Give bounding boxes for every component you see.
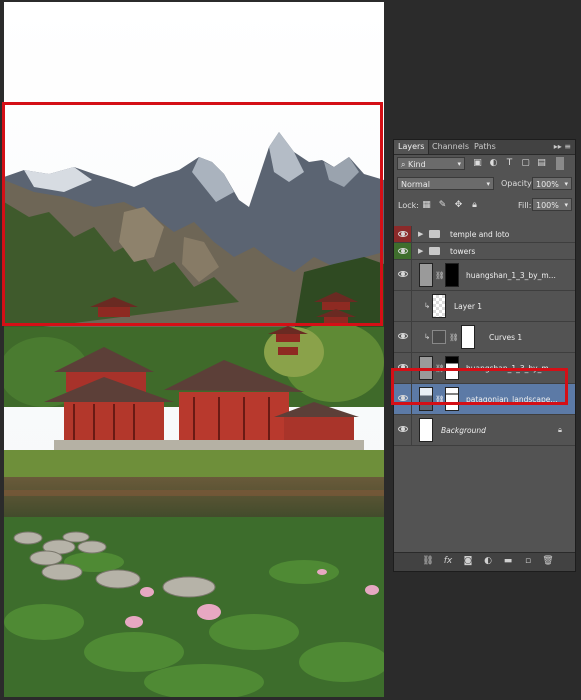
panel-tabs: Layers Channels Paths ▸▸ ≡ <box>394 140 575 155</box>
opacity-field[interactable]: 100% ▾ <box>532 177 572 190</box>
pixel-filter-icon[interactable]: ▣ <box>472 158 483 169</box>
tab-layers[interactable]: Layers <box>394 140 430 154</box>
eye-icon <box>398 248 408 254</box>
layers-panel: Layers Channels Paths ▸▸ ≡ ⌕ Kind ▾ ▣ ◐ T… <box>393 139 576 572</box>
fill-label: Fill: <box>518 201 532 210</box>
link-icon[interactable]: ⛓ <box>435 271 445 280</box>
expand-arrow-icon[interactable]: ▶ <box>418 247 423 255</box>
shape-filter-icon[interactable]: ▢ <box>520 158 531 169</box>
layer-name: towers <box>450 247 476 256</box>
layer-name: Curves 1 <box>489 333 523 342</box>
layer-thumbnail <box>419 356 433 380</box>
tab-paths[interactable]: Paths <box>470 140 500 154</box>
search-icon: ⌕ <box>401 160 409 169</box>
composite-image <box>4 2 384 697</box>
layer-mask-thumbnail[interactable] <box>445 263 459 287</box>
layer-row[interactable]: ↳ Layer 1 <box>394 291 575 322</box>
kind-filter-label: Kind <box>408 160 426 169</box>
layer-name: Background <box>441 426 486 435</box>
layer-row-group[interactable]: ▶ temple and loto <box>394 226 575 243</box>
eye-icon <box>398 333 408 339</box>
lock-pixels-icon[interactable]: ✎ <box>437 200 448 211</box>
fx-icon[interactable]: fx <box>442 556 454 566</box>
blend-mode-value: Normal <box>401 180 430 189</box>
filter-toggle[interactable] <box>556 157 564 170</box>
eye-icon <box>398 395 408 401</box>
clipping-arrow-icon: ↳ <box>424 301 431 310</box>
add-mask-icon[interactable]: ◙ <box>462 556 474 566</box>
adjustment-filter-icon[interactable]: ◐ <box>488 158 499 169</box>
lock-position-icon[interactable]: ✥ <box>453 200 464 211</box>
layer-name: huangshan_1_3_by_m... <box>466 271 556 280</box>
lock-transparency-icon[interactable]: ▦ <box>421 200 432 211</box>
lock-label: Lock: <box>398 201 419 210</box>
visibility-toggle[interactable] <box>394 291 412 321</box>
layer-row[interactable]: Background 🔒︎ <box>394 415 575 446</box>
chevron-down-icon: ▾ <box>564 201 568 209</box>
visibility-toggle[interactable] <box>394 243 412 259</box>
visibility-toggle[interactable] <box>394 260 412 290</box>
layer-name: temple and loto <box>450 230 510 239</box>
eye-icon <box>398 271 408 277</box>
new-layer-icon[interactable]: ▫ <box>522 556 534 566</box>
chevron-down-icon: ▾ <box>486 180 490 188</box>
layer-name: patagonian_landscape... <box>466 395 558 404</box>
layer-thumbnail <box>419 263 433 287</box>
smart-object-filter-icon[interactable]: ▤ <box>536 158 547 169</box>
fill-value: 100% <box>536 201 559 210</box>
link-icon[interactable]: ⛓ <box>435 395 445 404</box>
new-group-icon[interactable]: ▬ <box>502 556 514 566</box>
delete-layer-icon[interactable]: 🗑︎ <box>542 556 554 566</box>
clipping-arrow-icon: ↳ <box>424 332 431 341</box>
fill-field[interactable]: 100% ▾ <box>532 198 572 211</box>
layer-mask-thumbnail[interactable] <box>461 325 475 349</box>
layer-row-group[interactable]: ▶ towers <box>394 243 575 260</box>
blend-row: Normal ▾ Opacity: 100% ▾ <box>394 177 575 192</box>
lock-icon: 🔒︎ <box>558 425 562 434</box>
panel-bottom-toolbar: ⛓ fx ◙ ◐ ▬ ▫ 🗑︎ <box>394 552 575 571</box>
visibility-toggle[interactable] <box>394 353 412 383</box>
layer-name: Layer 1 <box>454 302 483 311</box>
layer-mask-thumbnail[interactable] <box>445 356 459 380</box>
chevron-down-icon: ▾ <box>564 180 568 188</box>
blend-mode-select[interactable]: Normal ▾ <box>397 177 494 190</box>
curves-adjustment-icon <box>432 330 446 344</box>
new-adjustment-icon[interactable]: ◐ <box>482 556 494 566</box>
visibility-toggle[interactable] <box>394 226 412 242</box>
eye-icon <box>398 426 408 432</box>
folder-icon <box>429 247 440 255</box>
link-layers-icon[interactable]: ⛓ <box>422 556 434 566</box>
panel-menu-icon[interactable]: ▸▸ ≡ <box>554 140 571 154</box>
kind-filter-select[interactable]: ⌕ Kind ▾ <box>397 157 465 170</box>
layer-thumbnail <box>419 418 433 442</box>
visibility-toggle[interactable] <box>394 322 412 352</box>
link-icon[interactable]: ⛓ <box>449 333 459 342</box>
tab-channels[interactable]: Channels <box>428 140 473 154</box>
layer-name: huangshan_1_3_by_m... <box>466 364 556 373</box>
chevron-down-icon: ▾ <box>457 160 461 168</box>
link-icon[interactable]: ⛓ <box>435 364 445 373</box>
visibility-toggle[interactable] <box>394 384 412 414</box>
layer-row[interactable]: ↳ ⛓ Curves 1 <box>394 322 575 353</box>
eye-icon <box>398 364 408 370</box>
eye-icon <box>398 231 408 237</box>
expand-arrow-icon[interactable]: ▶ <box>418 230 423 238</box>
layer-thumbnail <box>432 294 446 318</box>
layer-thumbnail <box>419 387 433 411</box>
layer-row-selected[interactable]: ⛓ patagonian_landscape... <box>394 384 575 415</box>
lock-all-icon[interactable]: 🔒︎ <box>469 200 480 211</box>
layer-mask-thumbnail[interactable] <box>445 387 459 411</box>
opacity-label: Opacity: <box>501 179 534 188</box>
visibility-toggle[interactable] <box>394 415 412 445</box>
lock-row: Lock: ▦ ✎ ✥ 🔒︎ Fill: 100% ▾ <box>394 198 575 213</box>
document-canvas[interactable] <box>4 2 384 697</box>
layer-row[interactable]: ⛓ huangshan_1_3_by_m... <box>394 353 575 384</box>
layer-row[interactable]: ⛓ huangshan_1_3_by_m... <box>394 260 575 291</box>
type-filter-icon[interactable]: T <box>504 158 515 169</box>
filter-row: ⌕ Kind ▾ ▣ ◐ T ▢ ▤ <box>394 157 575 172</box>
folder-icon <box>429 230 440 238</box>
opacity-value: 100% <box>536 180 559 189</box>
